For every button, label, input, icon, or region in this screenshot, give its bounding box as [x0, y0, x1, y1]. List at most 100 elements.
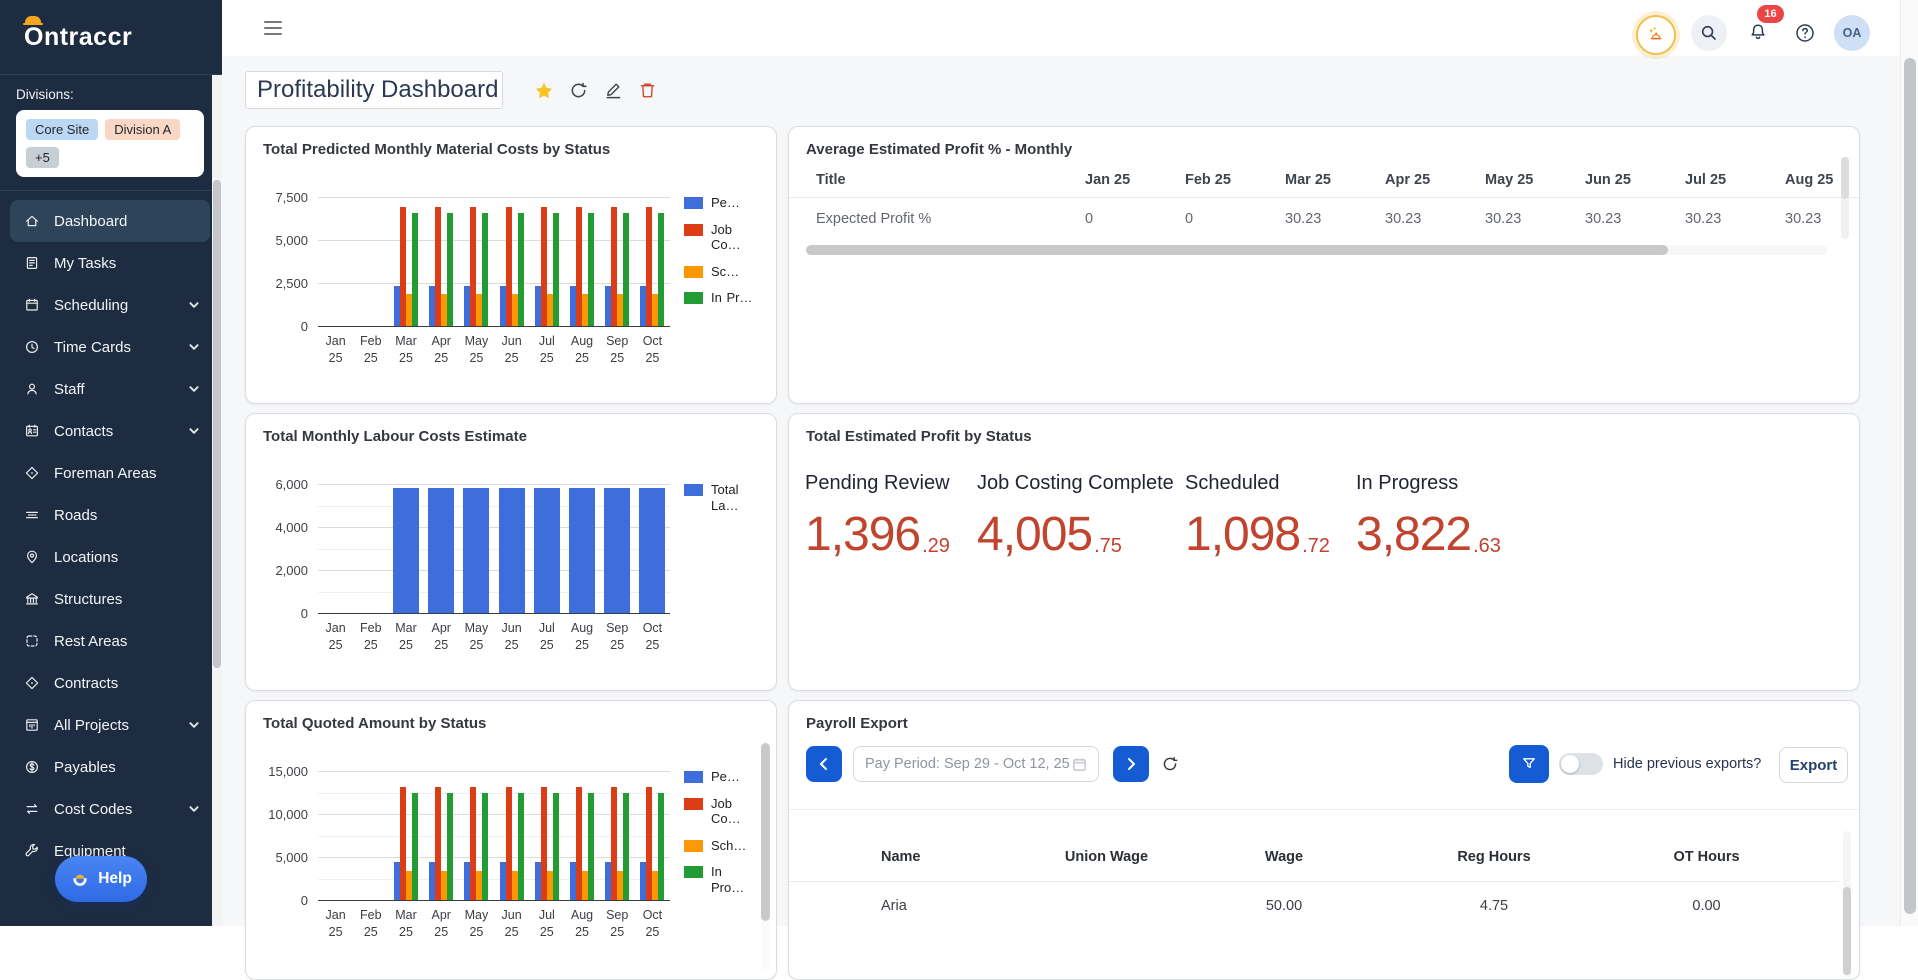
- refresh-icon[interactable]: [1161, 755, 1179, 773]
- legend-swatch: [684, 771, 703, 783]
- user-avatar[interactable]: OA: [1834, 15, 1870, 51]
- refresh-icon[interactable]: [569, 81, 589, 101]
- page-scrollbar[interactable]: [1900, 0, 1918, 926]
- search-icon[interactable]: [1691, 15, 1727, 51]
- x-tick-label: Apr25: [424, 333, 459, 367]
- chevron-down-icon: [188, 803, 200, 815]
- table-row[interactable]: Expected Profit %0030.2330.2330.2330.233…: [789, 198, 1860, 240]
- sidebar-item-rest-areas[interactable]: Rest Areas: [10, 620, 210, 662]
- sidebar-item-contracts[interactable]: Contracts: [10, 662, 210, 704]
- plot-area: Jan25Feb25Mar25Apr25May25Jun25Jul25Aug25…: [318, 189, 670, 367]
- dashboard-title-field[interactable]: Profitability Dashboard: [245, 71, 503, 109]
- previous-pay-period-button[interactable]: [806, 746, 842, 782]
- stat-value: 1,396.29: [805, 511, 950, 559]
- column-header-reg-hours: Reg Hours: [1374, 849, 1614, 865]
- x-axis-line: [318, 613, 670, 614]
- x-tick-label: Aug25: [564, 620, 599, 654]
- division-tag-core-site[interactable]: Core Site: [26, 119, 98, 140]
- sidebar-item-my-tasks[interactable]: My Tasks: [10, 242, 210, 284]
- horizontal-scrollbar-thumb[interactable]: [806, 245, 1668, 255]
- card-title: Payroll Export: [806, 715, 908, 732]
- filter-button[interactable]: [1509, 745, 1549, 783]
- help-label: Help: [98, 870, 132, 888]
- sidebar-item-foreman-areas[interactable]: Foreman Areas: [10, 452, 210, 494]
- delete-trash-icon[interactable]: [638, 81, 658, 101]
- sidebar-scrollbar[interactable]: [212, 75, 222, 926]
- divisions-box[interactable]: Core Site Division A +5: [16, 110, 204, 177]
- vertical-scrollbar-thumb[interactable]: [1841, 157, 1849, 199]
- division-tag-5[interactable]: +5: [26, 147, 59, 168]
- x-tick-label: Sep25: [600, 620, 635, 654]
- sidebar-item-payables[interactable]: Payables: [10, 746, 210, 788]
- hide-previous-exports-toggle[interactable]: [1559, 753, 1603, 775]
- sidebar-item-cost-codes[interactable]: Cost Codes: [10, 788, 210, 830]
- labour-costs-chart: 02,0004,0006,000Jan25Feb25Mar25Apr25May2…: [260, 476, 758, 654]
- sidebar-item-locations[interactable]: Locations: [10, 536, 210, 578]
- edit-pencil-icon[interactable]: [604, 81, 624, 101]
- bar-group-aug-25: [564, 189, 599, 327]
- pay-period-input[interactable]: Pay Period: Sep 29 - Oct 12, 25: [853, 746, 1099, 782]
- legend-label: In Pro…: [711, 864, 758, 895]
- sidebar-item-all-projects[interactable]: All Projects: [10, 704, 210, 746]
- bar-group-mar-25: [388, 189, 423, 327]
- logo-text: ntraccr: [44, 23, 132, 52]
- stat-pending-review: Pending Review1,396.29: [805, 472, 950, 559]
- whats-new-hardhat-icon[interactable]: [1636, 15, 1676, 55]
- sidebar-item-roads[interactable]: Roads: [10, 494, 210, 536]
- x-tick-label: Mar25: [388, 907, 423, 941]
- bar: [393, 488, 419, 614]
- vertical-scrollbar[interactable]: [1841, 157, 1849, 239]
- ontraccr-logo[interactable]: Ontraccr: [24, 23, 132, 52]
- x-tick-label: May25: [459, 620, 494, 654]
- y-tick-label: 7,500: [275, 190, 308, 205]
- sidebar-item-contacts[interactable]: Contacts: [10, 410, 210, 452]
- bar-group-jan-25: [318, 189, 353, 327]
- help-question-icon[interactable]: [1787, 15, 1823, 51]
- y-tick-label: 5,000: [275, 850, 308, 865]
- page-scrollbar-thumb[interactable]: [1904, 58, 1916, 914]
- table-row[interactable]: Aria50.004.750.00: [789, 882, 1839, 930]
- sidebar-item-structures[interactable]: Structures: [10, 578, 210, 620]
- export-button[interactable]: Export: [1779, 747, 1848, 783]
- sidebar-item-label: Rest Areas: [54, 633, 200, 650]
- next-pay-period-button[interactable]: [1113, 746, 1149, 782]
- legend-item: Total La…: [684, 482, 758, 513]
- x-tick-label: Jun25: [494, 333, 529, 367]
- user-icon: [24, 381, 40, 397]
- column-header-title: Title: [789, 172, 1085, 188]
- horizontal-scrollbar[interactable]: [806, 245, 1828, 255]
- table-cell: 4.75: [1374, 898, 1614, 914]
- x-tick-label: Feb25: [353, 333, 388, 367]
- sidebar-item-dashboard[interactable]: Dashboard: [10, 200, 210, 242]
- vertical-scrollbar-thumb[interactable]: [1843, 887, 1851, 975]
- bar-group-mar-25: [388, 763, 423, 901]
- main-content: OA 16 Profitability Dashboard Total Pred…: [222, 0, 1900, 926]
- vertical-scrollbar[interactable]: [761, 741, 770, 971]
- hamburger-menu-icon[interactable]: [264, 21, 282, 35]
- sidebar-item-staff[interactable]: Staff: [10, 368, 210, 410]
- table-cell: 30.23: [1685, 211, 1785, 227]
- legend-label: Pe…: [711, 769, 740, 785]
- favorite-star-icon[interactable]: [534, 81, 554, 101]
- toggle-knob: [1561, 755, 1579, 773]
- bar-group-jun-25: [494, 763, 529, 901]
- division-tag-division-a[interactable]: Division A: [105, 119, 180, 140]
- sidebar-item-label: Roads: [54, 507, 200, 524]
- column-header-jul-25: Jul 25: [1685, 172, 1785, 188]
- chevron-down-icon: [188, 341, 200, 353]
- bar-group-sep-25: [600, 189, 635, 327]
- stat-decimals: .29: [922, 536, 950, 556]
- stat-label: In Progress: [1356, 472, 1501, 495]
- card-profit-by-status: Total Estimated Profit by Status Pending…: [788, 413, 1860, 691]
- sidebar-item-scheduling[interactable]: Scheduling: [10, 284, 210, 326]
- help-button[interactable]: Help: [55, 856, 147, 902]
- sidebar-item-time-cards[interactable]: Time Cards: [10, 326, 210, 368]
- vertical-scrollbar-thumb[interactable]: [761, 743, 770, 921]
- projects-icon: [24, 717, 40, 733]
- y-tick-label: 2,500: [275, 276, 308, 291]
- stat-job-costing-complete: Job Costing Complete4,005.75: [977, 472, 1174, 559]
- vertical-scrollbar[interactable]: [1843, 831, 1851, 977]
- y-axis: 02,0004,0006,000: [260, 476, 318, 614]
- y-tick-label: 0: [301, 319, 308, 334]
- sidebar-scrollbar-thumb[interactable]: [213, 180, 221, 668]
